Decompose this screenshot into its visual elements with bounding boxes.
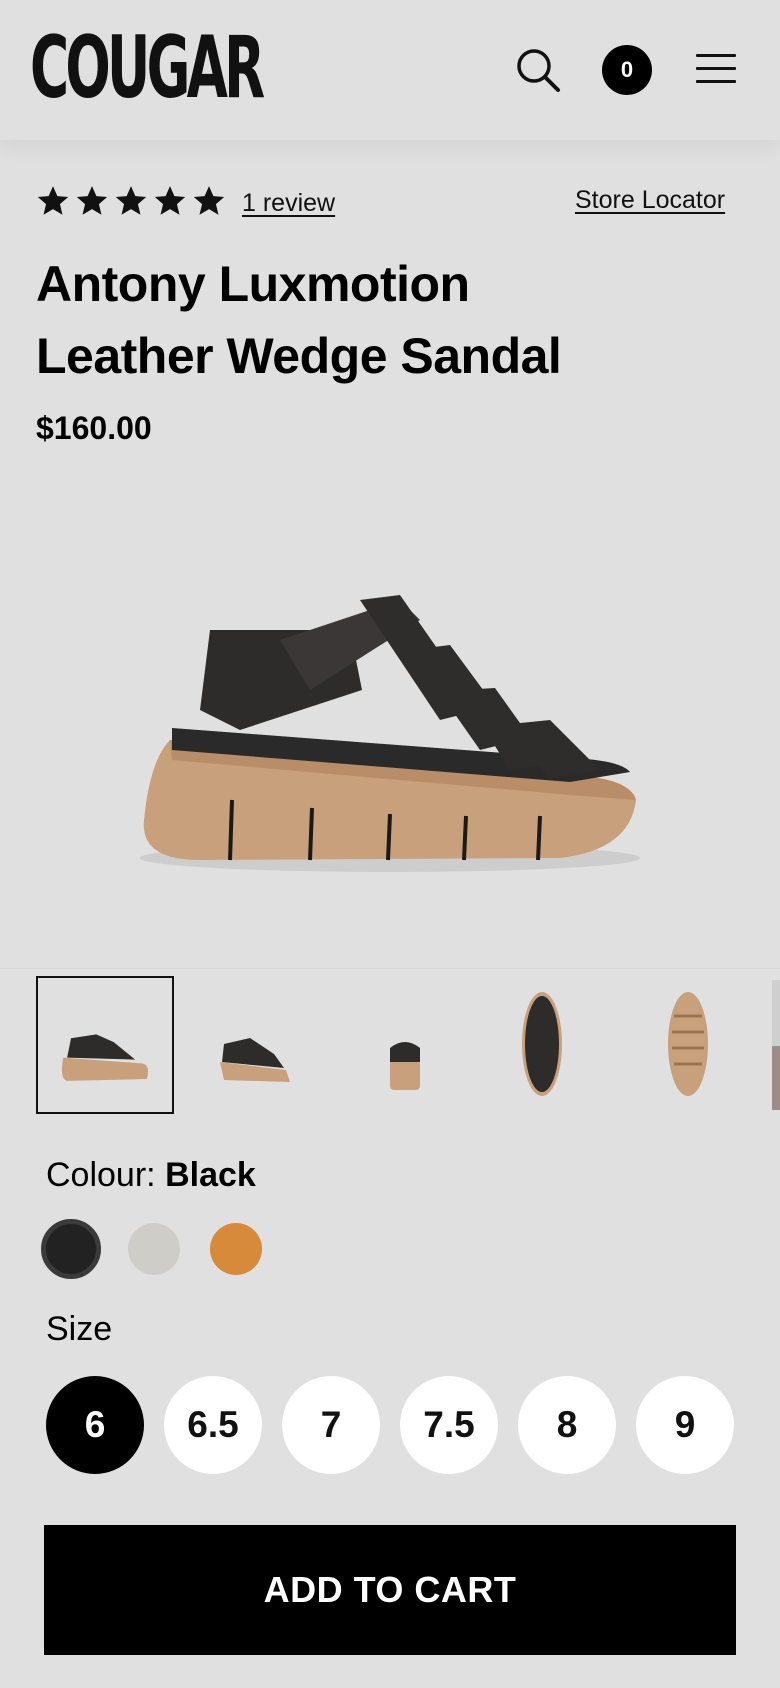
thumbnail-2[interactable] — [184, 976, 322, 1114]
size-option-8[interactable]: 8 — [518, 1376, 616, 1474]
size-option-6-5[interactable]: 6.5 — [164, 1376, 262, 1474]
star-icon — [193, 186, 225, 215]
menu-button[interactable] — [696, 54, 736, 86]
size-option-6[interactable]: 6 — [46, 1376, 144, 1474]
product-title-line2: Leather Wedge Sandal — [36, 328, 562, 384]
colour-swatch-tan[interactable] — [210, 1223, 262, 1275]
star-icon — [154, 186, 186, 215]
brand-logo[interactable]: COUGAR — [30, 22, 265, 114]
colour-swatch-black[interactable] — [41, 1219, 101, 1279]
size-option-9[interactable]: 9 — [636, 1376, 734, 1474]
store-locator-link[interactable]: Store Locator — [575, 186, 725, 215]
cart-count-badge: 0 — [620, 57, 634, 82]
size-option-7[interactable]: 7 — [282, 1376, 380, 1474]
thumbnail-1[interactable] — [36, 976, 174, 1114]
product-title: Antony Luxmotion Leather Wedge Sandal — [36, 248, 736, 392]
thumbnail-3[interactable] — [332, 976, 470, 1114]
rating-stars — [36, 184, 226, 218]
gallery-divider — [0, 968, 780, 969]
star-icon — [37, 186, 69, 215]
colour-label-text: Colour: — [46, 1156, 156, 1194]
product-main-image[interactable] — [100, 560, 680, 890]
thumbnail-strip — [36, 976, 780, 1114]
search-button[interactable] — [514, 46, 562, 94]
colour-swatch-grey[interactable] — [128, 1223, 180, 1275]
thumbnail-4[interactable] — [480, 976, 618, 1114]
star-icon — [76, 186, 108, 215]
star-icon — [115, 186, 147, 215]
site-header: COUGAR 0 — [0, 0, 780, 140]
colour-label: Colour: Black — [46, 1156, 256, 1195]
size-options: 6 6.5 7 7.5 8 9 — [46, 1376, 734, 1474]
menu-icon — [696, 54, 736, 83]
product-title-line1: Antony Luxmotion — [36, 256, 470, 312]
review-link[interactable]: 1 review — [242, 189, 335, 218]
search-icon — [517, 49, 560, 92]
selected-colour: Black — [165, 1156, 256, 1194]
product-price: $160.00 — [36, 410, 152, 446]
cart-button[interactable]: 0 — [602, 45, 652, 95]
size-option-7-5[interactable]: 7.5 — [400, 1376, 498, 1474]
product-rating: 1 review — [36, 184, 335, 218]
thumbnail-6[interactable] — [772, 976, 780, 1114]
thumbnail-5[interactable] — [628, 976, 766, 1114]
add-to-cart-button[interactable]: ADD TO CART — [44, 1525, 736, 1655]
size-label: Size — [46, 1310, 113, 1348]
sandal-image — [140, 595, 640, 872]
